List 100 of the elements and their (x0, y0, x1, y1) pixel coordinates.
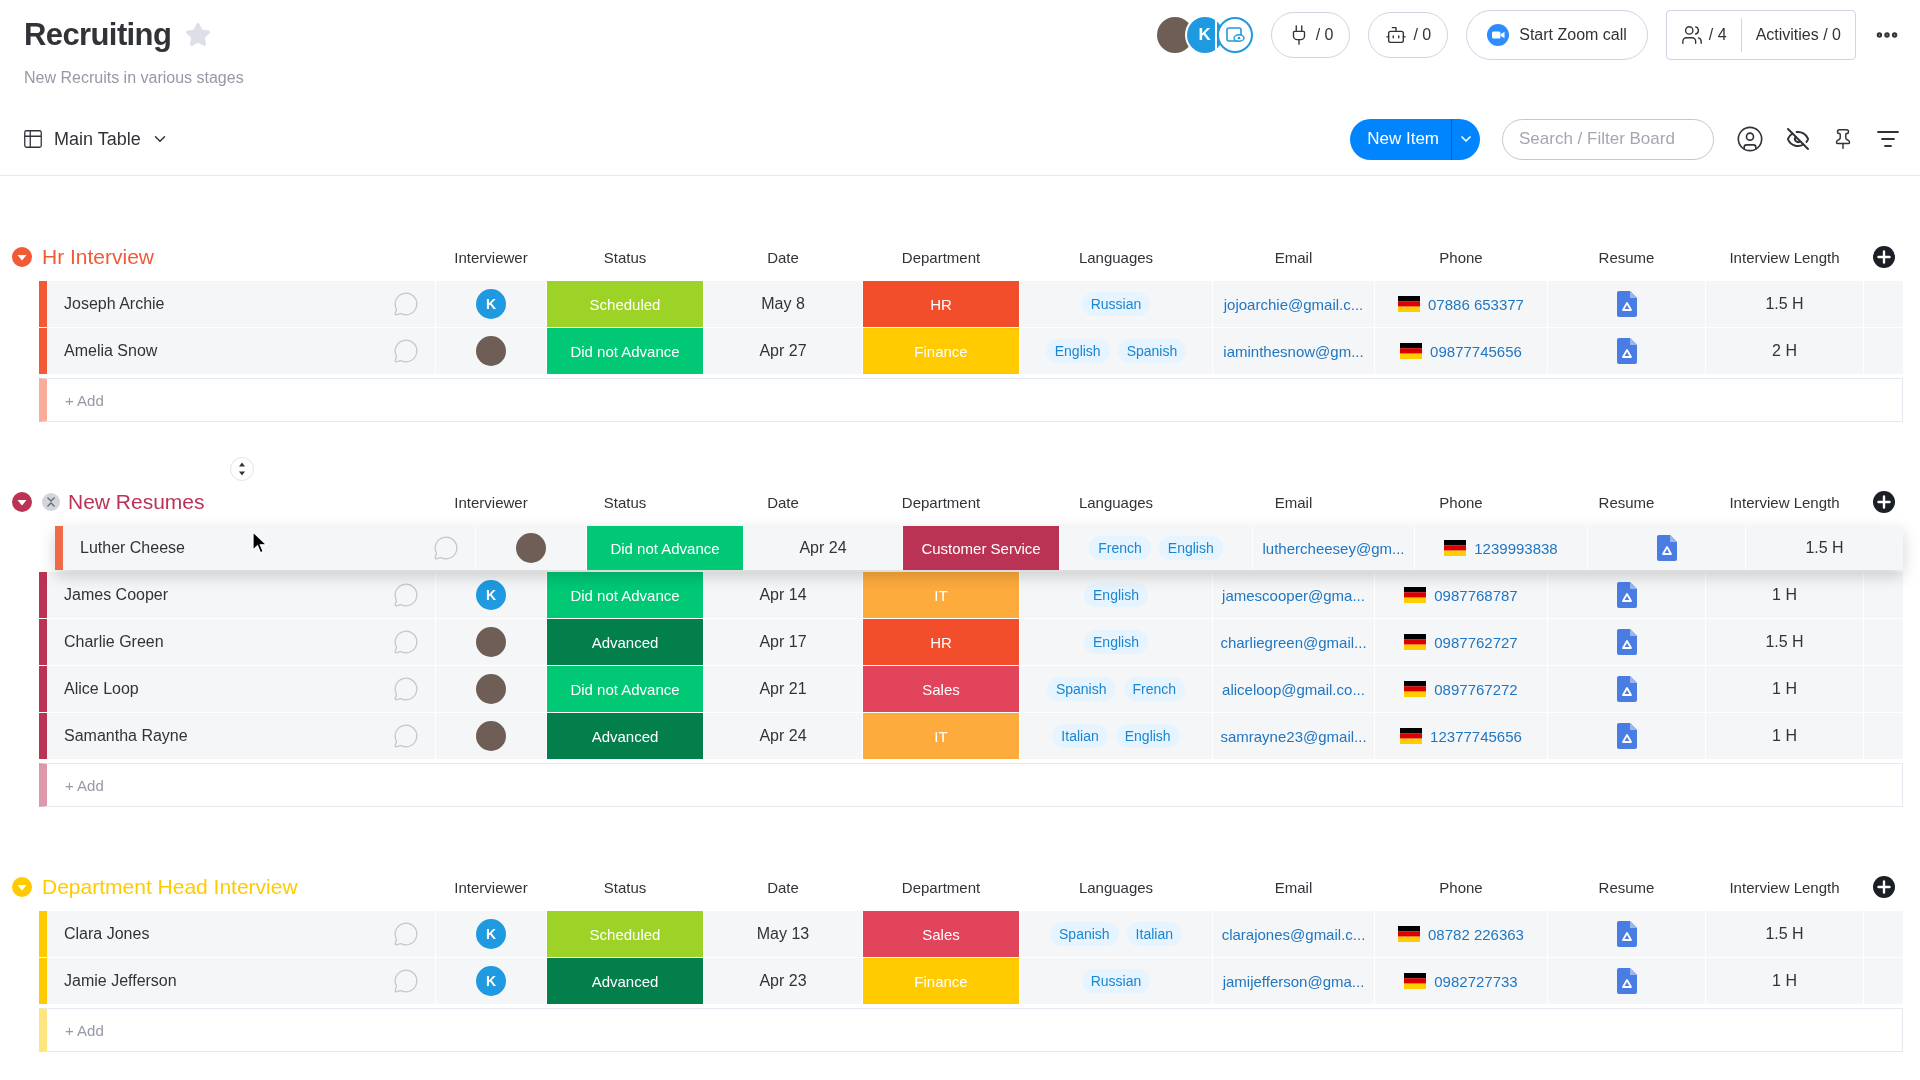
department-label[interactable]: HR (863, 281, 1019, 327)
language-tag: Spanish (1046, 677, 1116, 701)
language-tag: Russian (1081, 969, 1151, 993)
date-cell: Apr 14 (704, 572, 862, 618)
department-label[interactable]: Sales (863, 911, 1019, 957)
members-button[interactable]: / 4 (1666, 11, 1741, 59)
email-link[interactable]: samrayne23@gmail... (1220, 727, 1367, 745)
phone-link[interactable]: 08782 226363 (1428, 925, 1524, 943)
email-link[interactable]: jamescooper@gma... (1222, 586, 1365, 604)
item-name: Luther Cheese (80, 539, 185, 557)
column-header: Phone (1439, 493, 1483, 511)
group-title[interactable]: New Resumes (68, 490, 205, 514)
status-label[interactable]: Advanced (547, 619, 703, 665)
email-link[interactable]: charliegreen@gmail... (1220, 633, 1367, 651)
interview-length-cell: 1 H (1706, 666, 1863, 712)
email-link[interactable]: jojoarchie@gmail.c... (1223, 295, 1364, 313)
item-name: Jamie Jefferson (64, 972, 177, 990)
column-header: Interview Length (1729, 878, 1840, 896)
phone-link[interactable]: 12377745656 (1430, 727, 1522, 745)
phone-link[interactable]: 09877745656 (1430, 342, 1522, 360)
flag-icon (1404, 634, 1427, 650)
status-label[interactable]: Advanced (547, 958, 703, 1004)
add-item-field[interactable]: + Add (39, 378, 1903, 422)
close-icon[interactable] (42, 493, 60, 511)
phone-link[interactable]: 0987762727 (1434, 633, 1518, 651)
document-icon[interactable] (1616, 723, 1637, 749)
avatar-photo (476, 721, 506, 751)
column-header: Phone (1439, 248, 1483, 266)
collapse-caret-icon[interactable] (12, 492, 32, 512)
avatar-photo (476, 674, 506, 704)
plus-icon[interactable] (1872, 246, 1895, 268)
zoom-call-button[interactable]: Start Zoom call (1466, 10, 1648, 60)
collapse-caret-icon[interactable] (12, 247, 32, 267)
up-down-arrows-icon[interactable] (230, 457, 254, 481)
column-header: Resume (1598, 248, 1655, 266)
document-icon[interactable] (1616, 676, 1637, 702)
date-cell: Apr 27 (704, 328, 862, 374)
phone-link[interactable]: 1239993838 (1474, 539, 1558, 557)
flag-icon (1398, 926, 1421, 942)
activities-button[interactable]: Activities / 0 (1741, 11, 1855, 59)
search-field[interactable]: Search / Filter Board (1502, 118, 1714, 160)
item-name: James Cooper (64, 586, 169, 604)
column-header: Date (767, 248, 799, 266)
department-label[interactable]: HR (863, 619, 1019, 665)
document-icon[interactable] (1616, 338, 1637, 364)
column-header: Phone (1439, 878, 1483, 896)
plus-icon[interactable] (1872, 876, 1895, 898)
date-cell: Apr 23 (704, 958, 862, 1004)
language-tag: Spanish (1117, 339, 1187, 363)
phone-link[interactable]: 07886 653377 (1428, 295, 1524, 313)
dragged-row[interactable]: Luther Cheese Did not Advance Apr 24 Customer Service French English luthercheesey@gm... 1239993838 1.5 H (55, 526, 1903, 570)
flag-icon (1400, 728, 1423, 744)
language-tag: English (1158, 536, 1223, 560)
new-item-dropdown-button[interactable] (1451, 118, 1480, 160)
document-icon[interactable] (1616, 291, 1637, 317)
integrations-button[interactable]: / 0 (1270, 12, 1351, 58)
interview-length-cell: 1 H (1706, 572, 1863, 618)
group-title[interactable]: Hr Interview (42, 245, 155, 269)
interview-length-cell: 1 H (1706, 958, 1863, 1004)
avatar-photo (476, 336, 506, 366)
date-cell: May 8 (704, 281, 862, 327)
email-link[interactable]: clarajones@gmail.c... (1221, 925, 1366, 943)
department-label[interactable]: Sales (863, 666, 1019, 712)
automations-button[interactable]: / 0 (1368, 12, 1449, 58)
row-end-cell (1864, 572, 1903, 618)
document-icon[interactable] (1616, 629, 1637, 655)
email-link[interactable]: luthercheesey@gm... (1262, 539, 1405, 557)
person-icon[interactable] (1736, 125, 1764, 153)
phone-link[interactable]: 0987768787 (1434, 586, 1518, 604)
plus-icon[interactable] (1872, 491, 1895, 513)
user-avatar: K (476, 580, 506, 610)
flag-icon (1404, 587, 1427, 603)
document-icon[interactable] (1616, 921, 1637, 947)
document-icon[interactable] (1616, 968, 1637, 994)
email-link[interactable]: iaminthesnow@gm... (1223, 342, 1364, 360)
email-link[interactable]: jamijefferson@gma... (1222, 972, 1365, 990)
robot-icon (1385, 24, 1408, 46)
crossed-eye-icon[interactable] (1786, 127, 1810, 151)
document-icon[interactable] (1616, 582, 1637, 608)
language-tag: English (1045, 339, 1110, 363)
user-avatar: K (476, 289, 506, 319)
add-item-field[interactable]: + Add (39, 763, 1903, 807)
screen-eye-icon[interactable] (1216, 17, 1253, 53)
flag-icon (1398, 296, 1421, 312)
department-label[interactable]: Customer Service (903, 526, 1059, 570)
add-item-field[interactable]: + Add (39, 1008, 1903, 1052)
email-link[interactable]: aliceloop@gmail.co... (1222, 680, 1365, 698)
phone-link[interactable]: 0897767272 (1434, 680, 1518, 698)
view-tab[interactable]: Main Table (22, 121, 169, 157)
cursor-icon (252, 531, 268, 555)
star-icon[interactable] (185, 22, 212, 48)
item-name: Joseph Archie (64, 295, 165, 313)
new-item-button[interactable]: New Item (1350, 118, 1451, 160)
item-name: Clara Jones (64, 925, 150, 943)
status-label[interactable]: Advanced (547, 713, 703, 759)
phone-link[interactable]: 0982727733 (1434, 972, 1518, 990)
column-header: Interviewer (454, 493, 528, 511)
language-tag: French (1123, 677, 1186, 701)
column-header: Email (1274, 493, 1313, 511)
document-icon[interactable] (1656, 535, 1677, 561)
